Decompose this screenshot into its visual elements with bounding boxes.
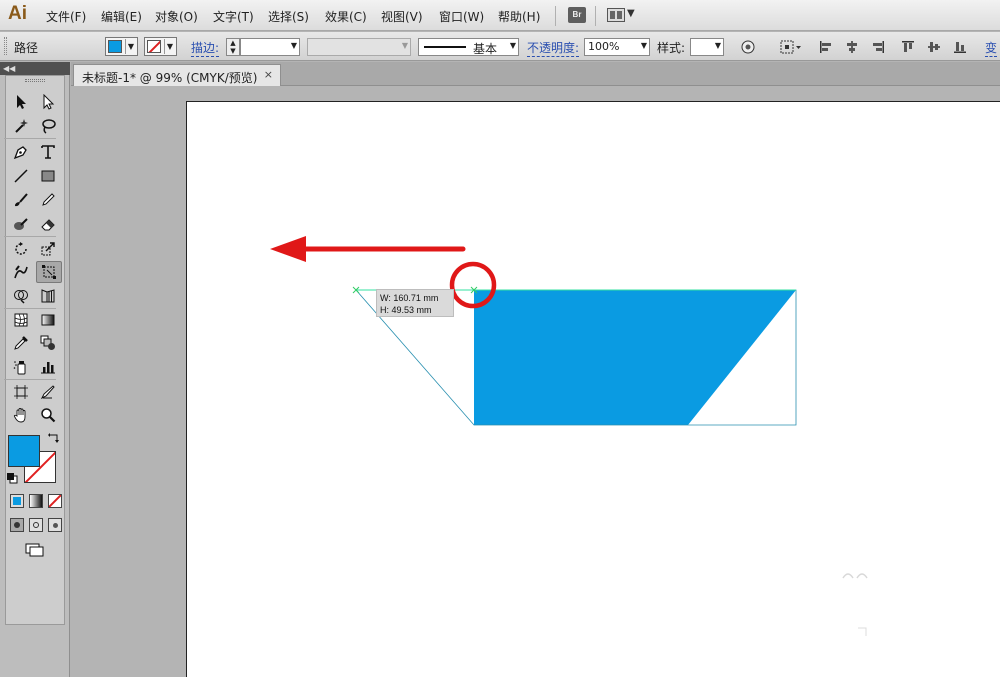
illustrator-window: Ai 文件(F) 编辑(E) 对象(O) 文字(T) 选择(S) 效果(C) 视… bbox=[0, 0, 1000, 677]
watermark-mark bbox=[842, 573, 868, 579]
watermark-mark bbox=[858, 627, 867, 636]
red-arrow-head-icon bbox=[270, 236, 306, 262]
red-highlight-circle bbox=[449, 261, 497, 309]
tooltip-height: H: 49.53 mm bbox=[380, 305, 432, 315]
artwork-layer bbox=[270, 236, 868, 636]
blue-shape[interactable] bbox=[474, 290, 796, 425]
tooltip-width: W: 160.71 mm bbox=[380, 293, 439, 303]
measurement-tooltip: W: 160.71 mm H: 49.53 mm bbox=[376, 289, 454, 317]
